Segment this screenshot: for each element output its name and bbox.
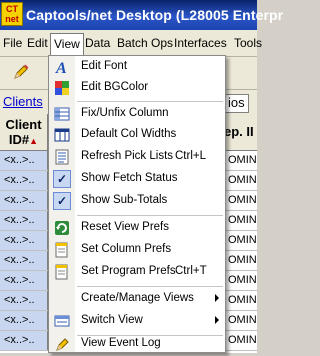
menu-edit[interactable]: Edit <box>24 35 51 53</box>
menu-item-set-column-prefs[interactable]: Set Column Prefs <box>49 240 225 261</box>
client-id-cell[interactable]: <x..>.. <box>0 211 48 230</box>
rep-id-cell[interactable]: OMIN <box>228 291 257 310</box>
client-id-cell[interactable]: <x..>.. <box>0 231 48 250</box>
client-id-cell[interactable]: <x..>.. <box>0 151 48 170</box>
logo-text-bottom: net <box>5 14 19 24</box>
client-id-cell[interactable]: <x..>.. <box>0 331 48 350</box>
menu-view[interactable]: View <box>50 33 84 56</box>
svg-text:A: A <box>55 60 67 75</box>
menu-shortcut: Ctrl+L <box>175 150 206 162</box>
pencil-icon[interactable] <box>12 63 30 81</box>
view-menu-dropdown: A Edit Font Edit BGColor Fix/Unfix Colum… <box>48 55 226 353</box>
menu-item-fix-unfix-column[interactable]: Fix/Unfix Column <box>49 104 225 125</box>
submenu-arrow-icon <box>215 316 219 324</box>
menu-label: Switch View <box>81 314 143 326</box>
column-header-id-label: ID# <box>8 132 30 147</box>
client-id-cell[interactable]: <x..>.. <box>0 171 48 190</box>
menu-shortcut: Ctrl+T <box>175 265 207 277</box>
column-header-rep-id[interactable]: ep. II <box>224 124 254 139</box>
title-bar: CT net Captools/net Desktop (L28005 Ente… <box>0 0 283 30</box>
font-icon: A <box>54 59 70 77</box>
menu-batch-ops[interactable]: Batch Ops <box>114 35 176 53</box>
menu-label: Reset View Prefs <box>81 221 169 233</box>
menu-label: Create/Manage Views <box>81 292 194 304</box>
client-id-cell[interactable]: <x..>.. <box>0 311 48 330</box>
client-id-cell[interactable]: <x..>.. <box>0 191 48 210</box>
menu-tools[interactable]: Tools <box>231 35 265 53</box>
tab-clients[interactable]: Clients <box>3 94 43 109</box>
menu-item-default-col-widths[interactable]: Default Col Widths <box>49 125 225 146</box>
menu-interfaces[interactable]: Interfaces <box>171 35 230 53</box>
menu-item-show-fetch-status[interactable]: ✓ Show Fetch Status <box>49 169 225 190</box>
menu-file[interactable]: File <box>0 35 25 53</box>
menu-item-refresh-pick-lists[interactable]: Refresh Pick Lists Ctrl+L <box>49 147 225 168</box>
menu-item-switch-view[interactable]: Switch View <box>49 311 225 332</box>
checkmark-icon: ✓ <box>53 192 71 210</box>
menu-separator <box>77 286 223 287</box>
fix-column-icon <box>54 106 70 122</box>
menu-item-edit-font[interactable]: A Edit Font <box>49 57 225 78</box>
column-header-client-label: Client <box>5 117 42 132</box>
rep-id-cell[interactable]: OMIN <box>228 151 257 170</box>
menu-item-show-sub-totals[interactable]: ✓ Show Sub-Totals <box>49 191 225 212</box>
menu-label: View Event Log <box>81 337 161 349</box>
reset-icon <box>54 220 70 236</box>
rep-id-cell[interactable]: OMIN <box>228 251 257 270</box>
column-prefs-icon <box>54 242 70 258</box>
sort-descending-icon: ▲ <box>29 136 39 146</box>
client-id-cell[interactable]: <x..>.. <box>0 291 48 310</box>
logo-text-top: CT <box>6 4 18 14</box>
menu-item-edit-bgcolor[interactable]: Edit BGColor <box>49 78 225 99</box>
column-header-client-id[interactable]: Client ID#▲ <box>0 114 48 150</box>
refresh-list-icon <box>54 149 70 165</box>
column-widths-icon <box>54 127 70 143</box>
rep-id-cell[interactable]: OMIN <box>228 271 257 290</box>
rep-id-cell[interactable]: OMIN <box>228 191 257 210</box>
tab-portfolios[interactable]: ios <box>224 94 249 113</box>
program-prefs-icon <box>54 264 70 280</box>
rep-id-cell[interactable]: OMIN <box>228 211 257 230</box>
checkmark-icon: ✓ <box>53 170 71 188</box>
rep-id-cell[interactable]: OMIN <box>228 331 257 350</box>
menu-bar: File Edit View Data Batch Ops Interfaces… <box>0 30 262 57</box>
window-title: Captools/net Desktop (L28005 Enterpr <box>26 7 284 23</box>
app-logo-icon: CT net <box>1 2 23 26</box>
menu-label: Edit Font <box>81 60 128 72</box>
switch-view-icon <box>54 313 70 329</box>
menu-label: Refresh Pick Lists <box>81 150 174 162</box>
menu-label: Fix/Unfix Column <box>81 107 169 119</box>
menu-label: Default Col Widths <box>81 128 177 140</box>
color-palette-icon <box>54 80 70 96</box>
menu-item-set-program-prefs[interactable]: Set Program Prefs Ctrl+T <box>49 262 225 283</box>
client-id-cell[interactable]: <x..>.. <box>0 251 48 270</box>
menu-label: Set Column Prefs <box>81 243 172 255</box>
menu-separator <box>77 215 223 216</box>
menu-label: Show Fetch Status <box>81 172 178 184</box>
rep-id-cell[interactable]: OMIN <box>228 311 257 330</box>
menu-label: Set Program Prefs <box>81 265 176 277</box>
menu-item-reset-view-prefs[interactable]: Reset View Prefs <box>49 218 225 239</box>
menu-separator <box>77 101 223 102</box>
rep-id-cell[interactable]: OMIN <box>228 171 257 190</box>
menu-label: Show Sub-Totals <box>81 194 168 206</box>
submenu-arrow-icon <box>215 294 219 302</box>
client-id-cell[interactable]: <x..>.. <box>0 271 48 290</box>
menu-label: Edit BGColor <box>81 81 149 93</box>
rep-id-cell[interactable]: OMIN <box>228 231 257 250</box>
event-log-icon <box>54 336 70 352</box>
menu-item-view-event-log[interactable]: View Event Log <box>49 334 225 355</box>
menu-item-create-manage-views[interactable]: Create/Manage Views <box>49 289 225 310</box>
menu-data[interactable]: Data <box>82 35 113 53</box>
